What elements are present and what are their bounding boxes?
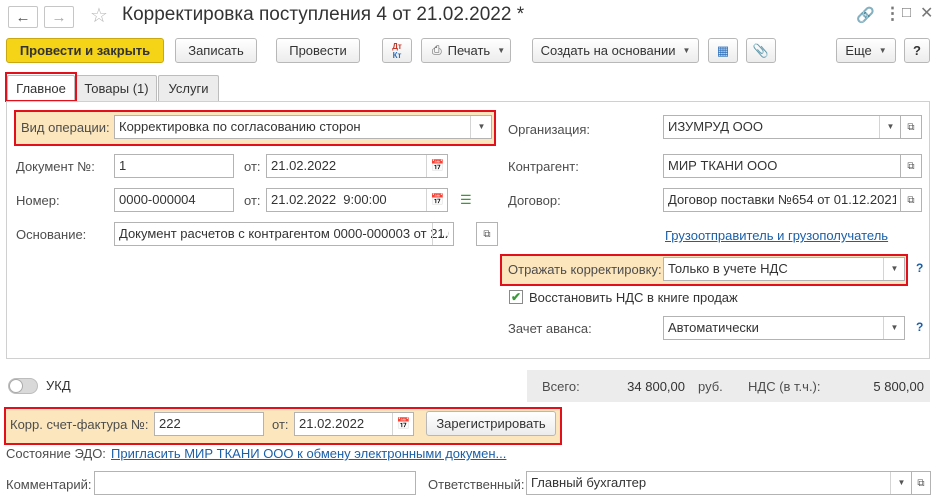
org-label: Организация: — [508, 122, 591, 137]
basis-open-button[interactable]: ⧉ — [476, 222, 498, 246]
back-button[interactable]: ← — [8, 6, 38, 28]
open-icon: ⧉ — [907, 160, 915, 172]
contract-open-button[interactable]: ⧉ — [900, 188, 922, 212]
attach-button[interactable]: 📎 — [746, 38, 776, 63]
org-open-button[interactable]: ⧉ — [900, 115, 922, 139]
vat-value: 5 800,00 — [873, 379, 924, 394]
open-icon: ⧉ — [483, 228, 491, 240]
org-select[interactable]: ИЗУМРУД ООО ▼ — [663, 115, 901, 139]
number-input[interactable]: 0000-000004 — [114, 188, 234, 212]
arrow-left-icon: ← — [15, 8, 31, 26]
responsible-label: Ответственный: — [428, 477, 525, 492]
reflect-highlight — [500, 254, 908, 286]
more-button[interactable]: Еще ▼ — [836, 38, 896, 63]
post-and-close-button[interactable]: Провести и закрыть — [6, 38, 164, 63]
calendar-icon[interactable]: 📅 — [426, 155, 447, 177]
tab-main-highlight — [5, 72, 77, 102]
printer-icon: ⎙ — [432, 43, 442, 57]
shipper-link[interactable]: Грузоотправитель и грузополучатель — [665, 228, 888, 243]
counterparty-open-button[interactable]: ⧉ — [900, 154, 922, 178]
advance-select[interactable]: Автоматически ▼ — [663, 316, 905, 340]
save-button[interactable]: Записать — [175, 38, 257, 63]
contract-input[interactable]: Договор поставки №654 от 01.12.2021 — [663, 188, 901, 212]
doc-no-input[interactable]: 1 — [114, 154, 234, 178]
forward-button[interactable]: → — [44, 6, 74, 28]
maximize-icon[interactable]: □ — [902, 4, 911, 21]
vat-label: НДС (в т.ч.): — [748, 379, 821, 394]
counterparty-input[interactable]: МИР ТКАНИ ООО — [663, 154, 901, 178]
dt-kt-button[interactable]: Дт Кт — [382, 38, 412, 63]
dt-kt-icon: Дт Кт — [392, 41, 402, 60]
comment-label: Комментарий: — [6, 477, 92, 492]
operation-highlight — [14, 110, 496, 146]
counterparty-label: Контрагент: — [508, 159, 579, 174]
open-icon: ⧉ — [907, 194, 915, 206]
chevron-down-icon: ▼ — [682, 46, 691, 55]
ukd-label: УКД — [46, 378, 71, 393]
doc-date-input[interactable]: 21.02.2022 📅 — [266, 154, 448, 178]
doc-no-label: Документ №: — [16, 159, 95, 174]
toggle-knob — [9, 379, 23, 393]
tab-services[interactable]: Услуги — [158, 75, 219, 101]
favorite-star-icon[interactable]: ☆ — [90, 3, 108, 28]
responsible-open-button[interactable]: ⧉ — [911, 471, 931, 495]
paperclip-icon: 📎 — [752, 42, 770, 58]
number-date-label: от: — [244, 193, 261, 208]
structure-icon: ▦ — [716, 42, 730, 58]
total-label: Всего: — [542, 379, 580, 394]
open-icon: ⧉ — [907, 121, 915, 133]
link-icon[interactable]: 🔗 — [856, 6, 875, 24]
help-button[interactable]: ? — [904, 38, 930, 63]
tab-goods[interactable]: Товары (1) — [76, 75, 157, 101]
edo-invite-link[interactable]: Пригласить МИР ТКАНИ ООО к обмену электр… — [111, 446, 506, 461]
more-vert-icon[interactable]: ⋮ — [884, 4, 901, 24]
ukd-toggle[interactable] — [8, 378, 38, 394]
create-based-on-button[interactable]: Создать на основании ▼ — [532, 38, 699, 63]
number-datetime-input[interactable]: 21.02.2022 9:00:00 📅 — [266, 188, 448, 212]
arrow-right-icon: → — [51, 8, 67, 26]
open-icon: ⧉ — [917, 477, 925, 489]
post-button[interactable]: Провести — [276, 38, 360, 63]
calendar-icon[interactable]: 📅 — [426, 189, 447, 211]
chevron-down-icon: ▼ — [497, 46, 506, 55]
contract-label: Договор: — [508, 193, 561, 208]
edo-label: Состояние ЭДО: — [6, 446, 106, 461]
invoice-highlight — [4, 407, 562, 445]
basis-input[interactable]: Документ расчетов с контрагентом 0000-00… — [114, 222, 454, 246]
chevron-down-icon[interactable]: ▼ — [879, 116, 900, 138]
chevron-down-icon[interactable]: ▼ — [883, 317, 904, 339]
window-title: Корректировка поступления 4 от 21.02.202… — [122, 4, 525, 25]
advance-label: Зачет аванса: — [508, 321, 592, 336]
chevron-down-icon: ▼ — [878, 46, 887, 55]
restore-vat-checkbox[interactable]: ✔ — [509, 290, 523, 304]
doc-date-label: от: — [244, 159, 261, 174]
responsible-select[interactable]: Главный бухгалтер ▼ — [526, 471, 912, 495]
comment-input[interactable] — [94, 471, 416, 495]
more-dots-icon[interactable]: … — [432, 223, 453, 245]
currency-label: руб. — [698, 379, 723, 394]
reflect-help-icon[interactable]: ? — [916, 261, 923, 275]
basis-label: Основание: — [16, 227, 87, 242]
checklist-icon[interactable]: ☰ — [460, 192, 472, 208]
number-label: Номер: — [16, 193, 60, 208]
print-button[interactable]: ⎙ Печать ▼ — [421, 38, 511, 63]
total-value: 34 800,00 — [627, 379, 685, 394]
advance-help-icon[interactable]: ? — [916, 320, 923, 334]
restore-vat-label: Восстановить НДС в книге продаж — [529, 290, 738, 305]
chevron-down-icon[interactable]: ▼ — [890, 472, 911, 494]
structure-button[interactable]: ▦ — [708, 38, 738, 63]
close-icon[interactable]: ✕ — [920, 3, 933, 23]
checkmark-icon: ✔ — [510, 290, 522, 304]
